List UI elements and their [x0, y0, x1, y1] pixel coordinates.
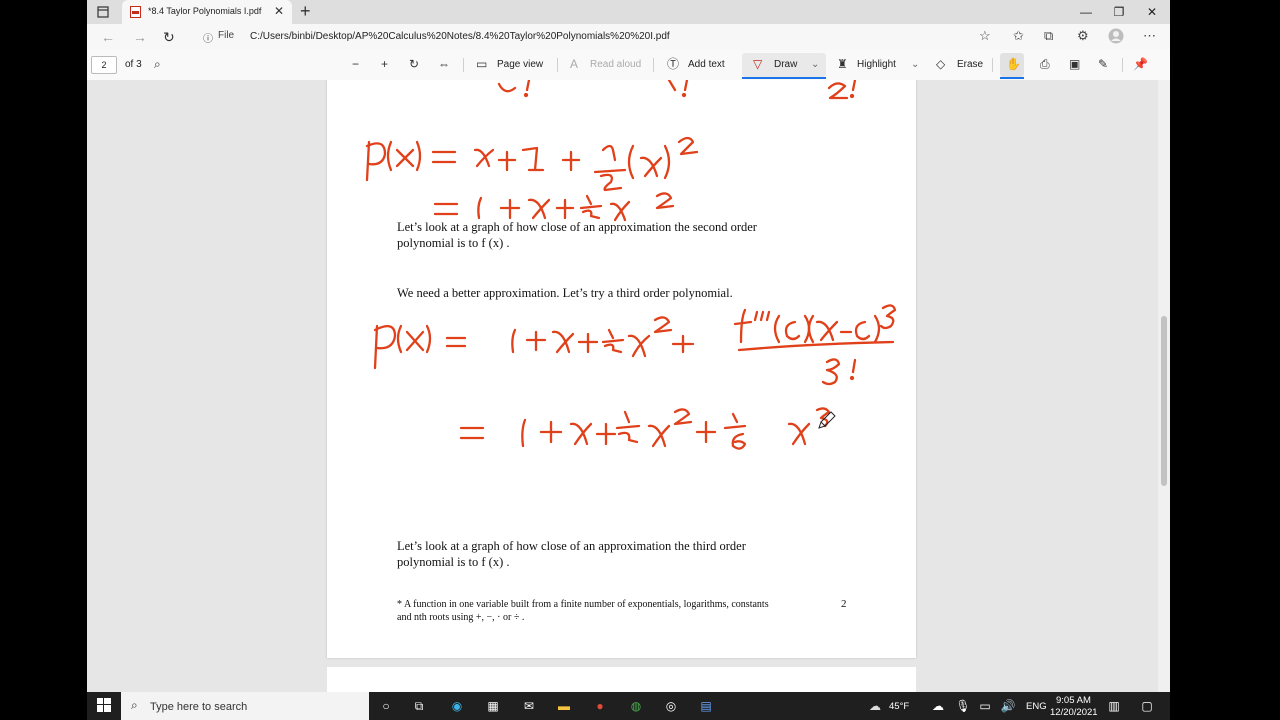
browser-tab[interactable]: *8.4 Taylor Polynomials I.pdf ✕: [122, 0, 292, 24]
read-aloud-icon: A: [570, 57, 579, 71]
notifications-icon[interactable]: ▢: [1138, 698, 1156, 714]
onedrive-icon[interactable]: ☁: [929, 698, 947, 714]
browser-window: *8.4 Taylor Polynomials I.pdf ✕ + — ❐ ✕ …: [87, 0, 1170, 692]
info-icon: ⓘ: [203, 34, 213, 45]
weather-temp[interactable]: 45°F: [889, 701, 909, 712]
new-tab-icon[interactable]: +: [300, 1, 311, 21]
microphone-icon[interactable]: 🎙: [954, 698, 972, 714]
search-placeholder: Type here to search: [150, 701, 248, 713]
draw-button[interactable]: Draw: [774, 58, 797, 72]
edge-icon[interactable]: ◉: [448, 698, 466, 714]
task-view-icon[interactable]: ⧉: [410, 698, 428, 714]
footnote-line: * A function in one variable built from …: [397, 599, 769, 610]
pdf-page: Let’s look at a graph of how close of an…: [327, 80, 916, 658]
pin-toolbar-icon[interactable]: 📌: [1133, 57, 1148, 71]
highlight-dropdown-icon[interactable]: ⌄: [911, 58, 919, 72]
tab-actions-icon[interactable]: [95, 4, 111, 20]
pen-icon[interactable]: ▽: [753, 57, 762, 71]
paragraph-line: polynomial is to f (x) .: [397, 236, 510, 250]
close-window-icon[interactable]: ✕: [1136, 0, 1168, 24]
hand-icon[interactable]: ✋: [1006, 57, 1021, 71]
mail-icon[interactable]: ✉: [520, 698, 538, 714]
refresh-icon[interactable]: ↻: [163, 29, 175, 45]
page-view-icon[interactable]: ▭: [476, 57, 487, 71]
back-icon[interactable]: ←: [101, 29, 115, 45]
divider: [992, 58, 993, 72]
app-icon[interactable]: ●: [591, 698, 609, 714]
minimize-icon[interactable]: —: [1070, 0, 1102, 24]
draw-dropdown-icon[interactable]: ⌄: [811, 58, 819, 72]
taskbar-search-box[interactable]: ⌕ Type here to search: [121, 692, 369, 720]
extensions-icon[interactable]: ⚙: [1077, 28, 1089, 44]
vertical-scrollbar[interactable]: [1158, 80, 1170, 692]
zoom-in-icon[interactable]: +: [381, 57, 388, 71]
collections-icon[interactable]: ⧉: [1044, 28, 1053, 44]
rotate-icon[interactable]: ↻: [409, 57, 419, 71]
save-icon[interactable]: ▣: [1069, 57, 1080, 71]
read-aloud-button[interactable]: Read aloud: [590, 58, 641, 72]
title-bar: *8.4 Taylor Polynomials I.pdf ✕ + — ❐ ✕: [87, 0, 1170, 24]
footnote-line: and nth roots using +, −, · or ÷ .: [397, 612, 525, 623]
highlighter-icon[interactable]: ♜: [837, 57, 848, 71]
erase-button[interactable]: Erase: [957, 58, 983, 72]
paragraph-line: Let’s look at a graph of how close of an…: [397, 539, 746, 553]
next-pdf-page: [327, 667, 916, 692]
forward-icon[interactable]: →: [133, 29, 147, 45]
divider: [557, 58, 558, 72]
add-text-icon[interactable]: Ⓣ: [667, 57, 679, 71]
save-as-icon[interactable]: ✎: [1098, 57, 1108, 71]
pdf-viewer[interactable]: Let’s look at a graph of how close of an…: [87, 80, 1170, 692]
print-icon[interactable]: ⎙: [1040, 57, 1050, 71]
windows-start-icon[interactable]: [95, 698, 113, 714]
weather-icon[interactable]: ☁: [866, 698, 884, 714]
cortana-icon[interactable]: ○: [377, 698, 395, 714]
read-mode-icon[interactable]: ☆: [979, 28, 991, 44]
clock-date[interactable]: 12/20/2021: [1050, 707, 1098, 718]
page-number: 2: [841, 598, 847, 610]
chrome-icon[interactable]: ◍: [627, 698, 645, 714]
store-icon[interactable]: ▦: [484, 698, 502, 714]
close-tab-icon[interactable]: ✕: [274, 4, 284, 18]
windows-taskbar: ⌕ Type here to search ○ ⧉ ◉ ▦ ✉ ▬ ● ◍ ◎ …: [87, 692, 1170, 720]
paragraph-line: polynomial is to f (x) .: [397, 555, 510, 569]
zoom-out-icon[interactable]: −: [352, 57, 359, 71]
page-view-button[interactable]: Page view: [497, 58, 543, 72]
divider: [653, 58, 654, 72]
app-icon[interactable]: ▤: [697, 698, 715, 714]
language-indicator[interactable]: ENG: [1026, 701, 1047, 712]
battery-icon[interactable]: ▭: [976, 698, 994, 714]
eraser-icon[interactable]: ◇: [936, 57, 945, 71]
pdf-file-icon: [130, 6, 141, 18]
paragraph-line: We need a better approximation. Let’s tr…: [397, 286, 733, 300]
handwriting-ink: [365, 80, 897, 450]
url-text: C:/Users/binbi/Desktop/AP%20Calculus%20N…: [250, 31, 670, 42]
search-icon[interactable]: ⌕: [154, 57, 161, 71]
clock-time[interactable]: 9:05 AM: [1056, 695, 1091, 706]
more-menu-icon[interactable]: ⋯: [1143, 28, 1156, 44]
search-icon: ⌕: [131, 698, 138, 712]
scrollbar-thumb[interactable]: [1161, 316, 1167, 486]
paragraph-line: Let’s look at a graph of how close of an…: [397, 220, 757, 234]
app-icon[interactable]: ▥: [1105, 698, 1123, 714]
restore-icon[interactable]: ❐: [1103, 0, 1135, 24]
file-scheme-label: File: [218, 30, 235, 41]
page-number-input[interactable]: 2: [91, 56, 117, 74]
url-field[interactable]: ⓘ File C:/Users/binbi/Desktop/AP%20Calcu…: [191, 26, 991, 48]
app-icon[interactable]: ◎: [662, 698, 680, 714]
volume-icon[interactable]: 🔊: [999, 698, 1017, 714]
touch-active-indicator: [1000, 77, 1024, 79]
divider: [463, 58, 464, 72]
pdf-toolbar: 2 of 3 ⌕ − + ↻ ⇔ ▭ Page view A Read alou…: [87, 50, 1170, 81]
tab-title: *8.4 Taylor Polynomials I.pdf: [148, 6, 262, 16]
draw-active-indicator: [742, 77, 826, 79]
add-text-button[interactable]: Add text: [688, 58, 725, 72]
profile-avatar-icon[interactable]: [1108, 28, 1124, 48]
file-explorer-icon[interactable]: ▬: [555, 698, 573, 714]
address-bar: ← → ↻ ⓘ File C:/Users/binbi/Desktop/AP%2…: [87, 24, 1170, 50]
favorites-icon[interactable]: ✩: [1013, 28, 1024, 44]
highlight-button[interactable]: Highlight: [857, 58, 896, 72]
divider: [1122, 58, 1123, 72]
fit-page-icon[interactable]: ⇔: [438, 57, 450, 71]
page-total: of 3: [125, 59, 142, 70]
